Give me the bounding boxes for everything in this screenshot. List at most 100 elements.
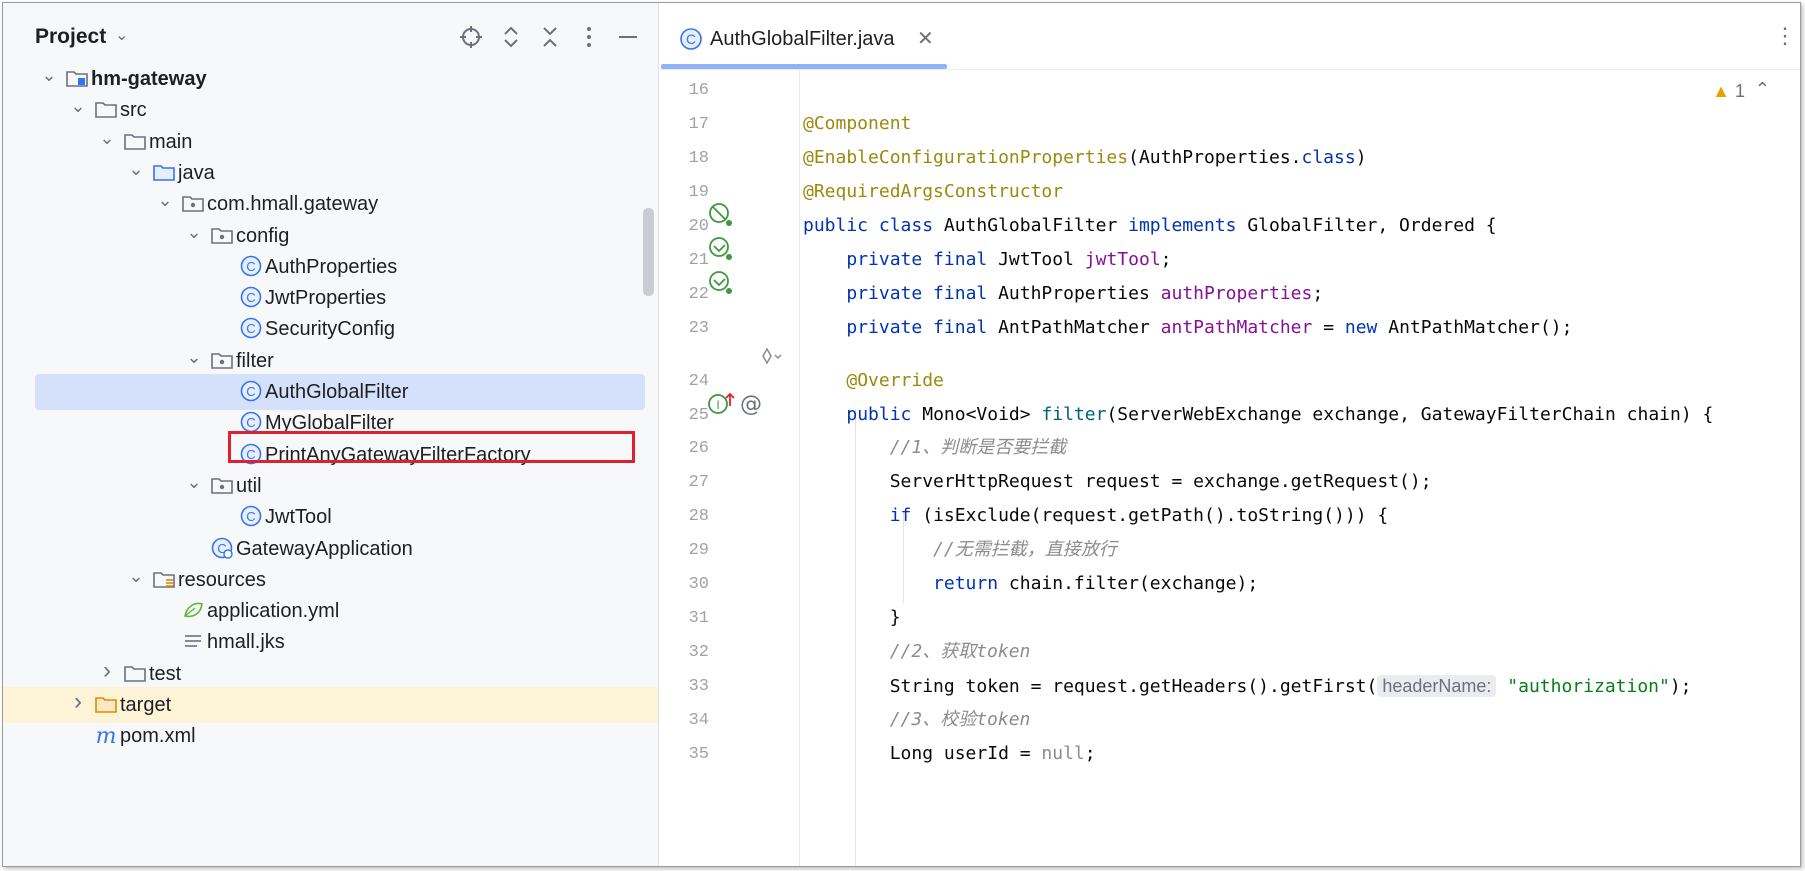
- line-number: 17: [688, 115, 709, 134]
- code-line[interactable]: @EnableConfigurationProperties(AuthPrope…: [803, 146, 1367, 170]
- svg-text:I: I: [716, 398, 719, 412]
- at-annotation-icon[interactable]: @: [737, 390, 765, 418]
- source-folder-icon: [152, 160, 178, 186]
- code-line[interactable]: @RequiredArgsConstructor: [803, 180, 1063, 204]
- tree-node-label: hm-gateway: [91, 68, 207, 90]
- line-number: 35: [688, 745, 709, 764]
- svg-text:m: m: [96, 724, 117, 747]
- minimize-icon[interactable]: [614, 23, 642, 51]
- code-line[interactable]: @Override: [803, 369, 944, 393]
- line-number: 34: [688, 711, 709, 730]
- tree-node-label: config: [236, 225, 290, 247]
- chevron-down-icon[interactable]: ⌄: [115, 25, 128, 45]
- code-line[interactable]: return chain.filter(exchange);: [803, 572, 1258, 596]
- line-number: 24: [688, 372, 709, 391]
- project-panel: Project ⌄ ⌄ hm-gateway ⌄ src ⌄ main ⌄ java ⌄ com.…: [3, 3, 659, 866]
- tree-node-label: util: [236, 475, 262, 497]
- text-file-icon: [181, 629, 207, 655]
- collapse-all-icon[interactable]: [536, 23, 564, 51]
- code-line[interactable]: //2、获取token: [803, 640, 1031, 664]
- chevron-down-icon[interactable]: ⌄: [155, 188, 175, 212]
- line-number: 28: [688, 507, 709, 526]
- line-number: 16: [688, 81, 709, 100]
- project-tree-scrollbar[interactable]: [643, 208, 654, 296]
- chevron-down-icon[interactable]: ⌄: [184, 470, 204, 494]
- code-area[interactable]: @Component @EnableConfigurationProperties…: [803, 69, 1800, 866]
- tree-node-jwttool[interactable]: C JwtTool: [3, 499, 658, 535]
- ai-assistant-icon[interactable]: [759, 344, 787, 372]
- more-tabs-icon[interactable]: ⋮: [1774, 23, 1796, 49]
- package-icon: [181, 191, 207, 217]
- chevron-down-icon[interactable]: ⌄: [39, 63, 59, 87]
- code-line[interactable]: //无需拦截，直接放行: [803, 538, 1117, 562]
- chevron-down-icon[interactable]: ⌄: [126, 157, 146, 181]
- tree-node-hmall-jks[interactable]: hmall.jks: [3, 624, 658, 660]
- line-number: 22: [688, 285, 709, 304]
- package-icon: [210, 473, 236, 499]
- code-line[interactable]: ServerHttpRequest request = exchange.get…: [803, 470, 1432, 494]
- line-number: 18: [688, 149, 709, 168]
- spring-boot-class-icon: C: [210, 536, 236, 562]
- tree-node-label: target: [120, 694, 172, 716]
- editor-area: C AuthGlobalFilter.java ✕ ⋮ ▲ 1 ⌃ 16 17 18…: [659, 3, 1800, 866]
- svg-text:C: C: [246, 384, 255, 399]
- line-number: 27: [688, 473, 709, 492]
- chevron-right-icon[interactable]: ›: [68, 690, 88, 714]
- code-line[interactable]: Long userId = null;: [803, 742, 1096, 766]
- tree-node-label: GatewayApplication: [236, 538, 413, 560]
- spring-bean-icon[interactable]: [707, 201, 735, 229]
- chevron-down-icon[interactable]: ⌄: [184, 220, 204, 244]
- tree-node-com-hmall-gateway[interactable]: ⌄ com.hmall.gateway: [3, 186, 658, 222]
- tree-node-label: resources: [178, 569, 266, 591]
- line-number: 21: [688, 251, 709, 270]
- close-icon[interactable]: ✕: [917, 26, 934, 51]
- chevron-down-icon[interactable]: ⌄: [68, 94, 88, 118]
- line-number: 19: [688, 183, 709, 202]
- code-line[interactable]: //1、判断是否要拦截: [803, 436, 1067, 460]
- code-line[interactable]: public class AuthGlobalFilter implements…: [803, 214, 1497, 238]
- tab-auth-global-filter[interactable]: C AuthGlobalFilter.java ✕: [659, 3, 949, 69]
- line-number: 31: [688, 609, 709, 628]
- code-line[interactable]: if (isExclude(request.getPath().toString…: [803, 504, 1389, 528]
- tree-node-label: JwtProperties: [265, 287, 387, 309]
- package-icon: [210, 348, 236, 374]
- chevron-down-icon[interactable]: ⌄: [126, 564, 146, 588]
- tree-node-label: main: [149, 131, 193, 153]
- code-line[interactable]: private final AuthProperties authPropert…: [803, 282, 1323, 306]
- tree-node-label: JwtTool: [265, 506, 332, 528]
- line-number: 30: [688, 575, 709, 594]
- chevron-down-icon[interactable]: ⌄: [97, 126, 117, 150]
- tree-node-label: filter: [236, 350, 274, 372]
- expand-all-icon[interactable]: [497, 23, 525, 51]
- code-line[interactable]: private final JwtTool jwtTool;: [803, 248, 1171, 272]
- tree-node-label: AuthProperties: [265, 256, 398, 278]
- more-options-icon[interactable]: [575, 23, 603, 51]
- editor-gutter: 16 17 18 19 20 21 22 23 24 25 26 27 28 29 30 31 32 33 34 35…: [659, 69, 799, 866]
- locate-target-icon[interactable]: [457, 23, 485, 51]
- code-line[interactable]: }: [803, 606, 901, 630]
- autowired-dependency-icon[interactable]: [707, 235, 735, 263]
- code-line[interactable]: @Component: [803, 112, 911, 136]
- tree-node-securityconfig[interactable]: C SecurityConfig: [3, 311, 658, 347]
- tree-node-label: com.hmall.gateway: [207, 193, 379, 215]
- code-line[interactable]: //3、校验token: [803, 708, 1031, 732]
- implements-method-icon[interactable]: I: [707, 390, 735, 418]
- autowired-dependency-icon[interactable]: [707, 269, 735, 297]
- editor-tab-bar: C AuthGlobalFilter.java ✕ ⋮: [659, 3, 1800, 70]
- chevron-right-icon[interactable]: ›: [97, 659, 117, 683]
- project-panel-title[interactable]: Project: [35, 25, 106, 49]
- class-icon: C: [239, 504, 265, 530]
- code-line[interactable]: public Mono<Void> filter(ServerWebExchan…: [803, 403, 1713, 427]
- tree-node-pom-xml[interactable]: m pom.xml: [3, 718, 658, 754]
- tree-node-label: application.yml: [207, 600, 340, 622]
- code-line[interactable]: String token = request.getHeaders().getF…: [803, 674, 1692, 699]
- class-icon: C: [239, 316, 265, 342]
- folder-icon: [94, 97, 120, 123]
- module-folder-icon: [65, 66, 91, 92]
- chevron-down-icon[interactable]: ⌄: [184, 345, 204, 369]
- code-line[interactable]: private final AntPathMatcher antPathMatc…: [803, 316, 1572, 340]
- class-icon: C: [239, 254, 265, 280]
- svg-text:C: C: [246, 290, 255, 305]
- tree-node-src[interactable]: ⌄ src: [3, 92, 658, 128]
- excluded-folder-icon: [94, 692, 120, 718]
